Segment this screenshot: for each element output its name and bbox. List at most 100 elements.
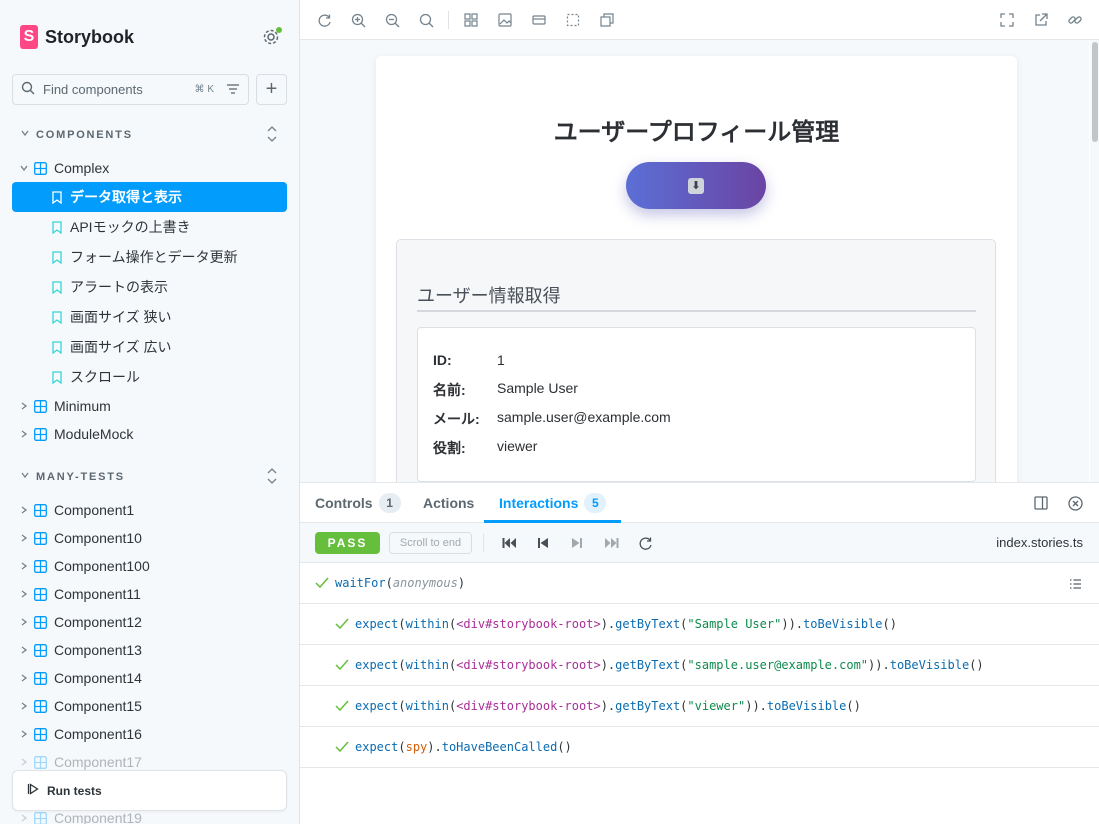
expand-collapse-icon[interactable] [266, 125, 278, 146]
tree-component-complex[interactable]: Complex [12, 154, 287, 182]
preview-scroll-thumb[interactable] [1092, 42, 1098, 142]
panel-orientation-icon[interactable] [1033, 495, 1049, 511]
tree-story[interactable]: 画面サイズ 広い [12, 332, 287, 362]
rerun-icon[interactable] [637, 535, 653, 551]
interaction-step[interactable]: expect(spy). toHaveBeenCalled() [300, 727, 1099, 768]
tree-story[interactable]: アラートの表示 [12, 272, 287, 302]
step-token: ( [448, 617, 457, 631]
field-value: 1 [497, 352, 505, 368]
measure-icon[interactable] [599, 12, 615, 28]
step-token: "viewer" [687, 699, 746, 713]
section-header-many-tests[interactable]: MANY-TESTS [20, 468, 277, 484]
step-token: toHaveBeenCalled [441, 740, 558, 754]
step-token: ). [600, 699, 616, 713]
field-key: ID: [433, 352, 452, 368]
tree-story-selected[interactable]: データ取得と表示 [12, 182, 287, 212]
step-back-icon[interactable] [535, 535, 551, 551]
step-token: ( [680, 617, 688, 631]
background-image-icon[interactable] [497, 12, 513, 28]
interaction-step[interactable]: expect(within(<div#storybook-root>). getB… [300, 686, 1099, 727]
chevron-right-icon [18, 561, 30, 571]
play-icon [27, 783, 39, 798]
list-icon[interactable] [1067, 576, 1083, 592]
interaction-step[interactable]: expect(within(<div#storybook-root>). getB… [300, 604, 1099, 645]
check-icon [335, 618, 349, 630]
tree-component-minimum[interactable]: Minimum [12, 392, 287, 420]
tab-controls[interactable]: Controls 1 [315, 483, 401, 523]
tree-story[interactable]: APIモックの上書き [12, 212, 287, 242]
status-badge: PASS [315, 532, 380, 554]
expand-collapse-icon[interactable] [266, 467, 278, 488]
tree-component[interactable]: Component12 [12, 608, 287, 636]
brand[interactable]: S Storybook [20, 25, 134, 49]
search-input[interactable]: Find components ⌘ K [12, 74, 249, 105]
step-token: expect [355, 617, 399, 631]
step-token: "sample.user@example.com" [687, 658, 869, 672]
go-to-start-icon[interactable] [501, 535, 517, 551]
tree-item-label: Complex [54, 160, 110, 176]
copy-link-icon[interactable] [1067, 12, 1083, 28]
zoom-out-icon[interactable] [384, 12, 400, 28]
step-token: expect [355, 740, 399, 754]
section-title: MANY-TESTS [36, 470, 125, 483]
chevron-right-icon [18, 645, 30, 655]
interactions-toolbar: PASS Scroll to end index.stories.ts [300, 523, 1099, 563]
grid-icon[interactable] [463, 12, 479, 28]
filter-icon[interactable] [226, 82, 240, 98]
zoom-reset-icon[interactable] [418, 12, 434, 28]
tab-label: Actions [423, 495, 475, 511]
tree-component[interactable]: Component16 [12, 720, 287, 748]
chevron-down-icon [20, 470, 30, 483]
run-tests-label: Run tests [47, 783, 102, 798]
tree-component-modulemock[interactable]: ModuleMock [12, 420, 287, 448]
fullscreen-icon[interactable] [999, 12, 1015, 28]
tab-interactions[interactable]: Interactions 5 [483, 483, 622, 523]
interaction-step[interactable]: expect(within(<div#storybook-root>). getB… [300, 645, 1099, 686]
tab-actions[interactable]: Actions [423, 483, 474, 523]
tree-story[interactable]: スクロール [12, 362, 287, 392]
run-tests-button[interactable]: Run tests [12, 770, 287, 811]
section-heading: ユーザー情報取得 [417, 286, 561, 306]
close-panel-icon[interactable] [1067, 495, 1083, 511]
interaction-step[interactable]: waitFor(anonymous) [300, 563, 1099, 604]
bookmark-icon [52, 190, 62, 204]
outline-icon[interactable] [565, 12, 581, 28]
step-token: toBeVisible [889, 658, 970, 672]
chevron-right-icon [18, 701, 30, 711]
addon-panel: Controls 1 Actions Interactions 5 PASS S… [300, 482, 1099, 824]
open-new-tab-icon[interactable] [1033, 12, 1049, 28]
settings-gear-icon[interactable] [262, 27, 282, 46]
check-icon [335, 741, 349, 753]
viewport-icon[interactable] [531, 12, 547, 28]
step-token: anonymous [392, 576, 458, 590]
storybook-logo-icon: S [20, 25, 38, 49]
divider [417, 310, 976, 312]
step-token: ( [680, 658, 688, 672]
zoom-in-icon[interactable] [350, 12, 366, 28]
go-to-end-icon[interactable] [603, 535, 619, 551]
search-shortcut: ⌘ K [194, 84, 214, 95]
story-file-name[interactable]: index.stories.ts [996, 535, 1083, 550]
section-header-components[interactable]: COMPONENTS [20, 126, 277, 142]
step-token: expect [355, 658, 399, 672]
tree-component[interactable]: Component11 [12, 580, 287, 608]
add-story-button[interactable]: + [256, 74, 287, 105]
tab-count: 5 [584, 493, 607, 513]
tree-component[interactable]: Component14 [12, 664, 287, 692]
tree-component[interactable]: Component100 [12, 552, 287, 580]
step-forward-icon[interactable] [569, 535, 585, 551]
tree-component[interactable]: Component10 [12, 524, 287, 552]
chevron-down-icon [18, 163, 30, 173]
fetch-user-button[interactable]: ⬇ [626, 162, 766, 209]
tree-story[interactable]: フォーム操作とデータ更新 [12, 242, 287, 272]
scroll-to-end-button[interactable]: Scroll to end [389, 532, 472, 554]
reload-icon[interactable] [316, 12, 332, 28]
tree-component[interactable]: Component13 [12, 636, 287, 664]
tree-story[interactable]: 画面サイズ 狭い [12, 302, 287, 332]
chevron-right-icon [18, 505, 30, 515]
toolbar-separator [448, 11, 449, 29]
tree-item-label: Component15 [54, 698, 142, 714]
tree-component[interactable]: Component15 [12, 692, 287, 720]
step-token: ( [448, 658, 457, 672]
tree-component[interactable]: Component1 [12, 496, 287, 524]
